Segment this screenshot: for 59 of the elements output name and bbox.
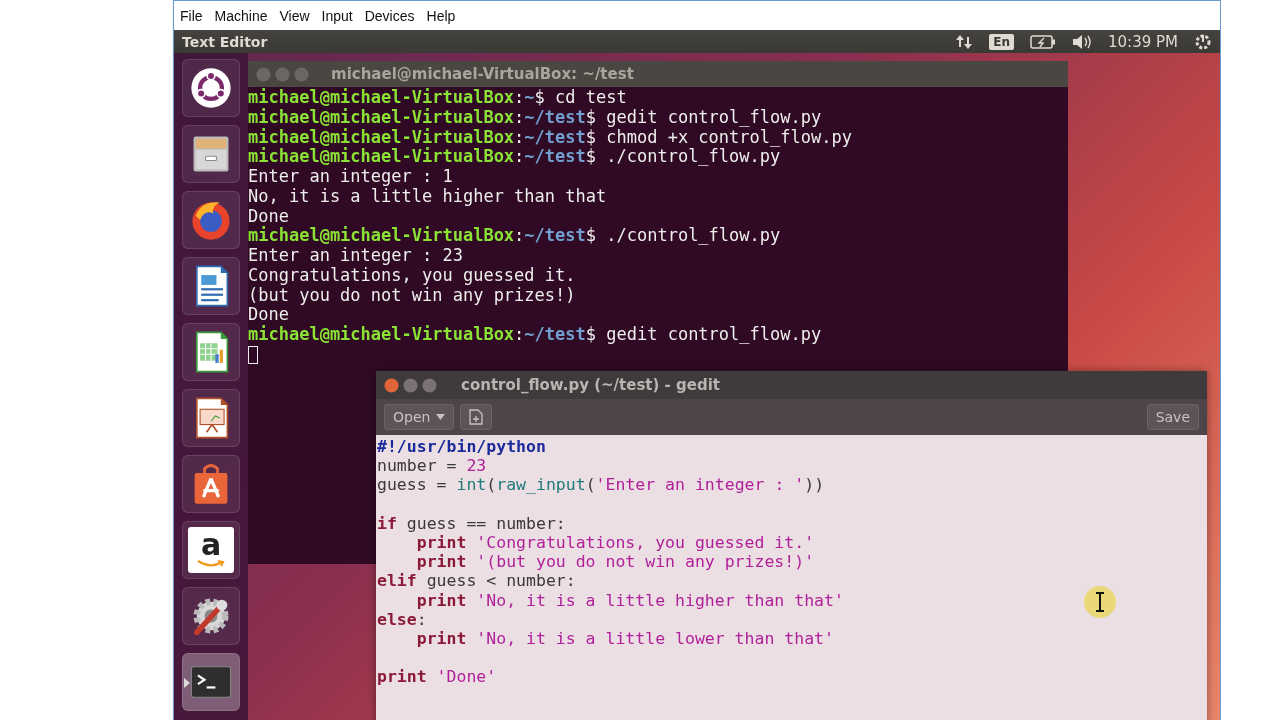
minimize-button[interactable] <box>403 377 418 393</box>
menu-item[interactable]: Help <box>425 5 457 26</box>
volume-icon[interactable] <box>1072 33 1092 50</box>
terminal-line: michael@michael-VirtualBox:~/test$ ./control_flow.py <box>248 147 781 167</box>
launcher-item[interactable] <box>182 323 240 381</box>
terminal-line: Enter an integer : 23 <box>248 246 463 266</box>
maximize-button[interactable] <box>422 377 437 393</box>
code-line: elif guess < number: <box>377 571 576 591</box>
new-document-icon <box>469 409 484 425</box>
menu-item[interactable]: Input <box>320 5 354 26</box>
menu-item[interactable]: View <box>278 5 311 26</box>
launcher-item[interactable] <box>182 59 240 117</box>
launcher-item[interactable] <box>182 653 240 711</box>
terminal-line: Done <box>248 206 289 226</box>
launcher-item[interactable] <box>182 455 240 513</box>
clock[interactable]: 10:39 PM <box>1108 32 1178 51</box>
terminal-line: No, it is a little higher than that <box>248 186 607 207</box>
code-line: #!/usr/bin/python <box>377 437 546 457</box>
open-button[interactable]: Open <box>384 404 455 430</box>
window-title: michael@michael-VirtualBox: ~/test <box>331 65 634 83</box>
terminal-line: Congratulations, you guessed it. <box>248 265 576 286</box>
new-document-button[interactable] <box>460 404 493 430</box>
terminal-line: michael@michael-VirtualBox:~/test$ ./control_flow.py <box>248 226 781 246</box>
terminal-line: michael@michael-VirtualBox:~/test$ chmod +x control_flow.py <box>248 127 852 147</box>
code-line: guess = int(raw_input('Enter an integer : ')) <box>377 475 825 495</box>
terminal-line: Enter an integer : 1 <box>248 167 453 187</box>
terminal-line: michael@michael-VirtualBox:~/test$ gedit control_flow.py <box>248 107 822 128</box>
terminal-line: (but you do not win any prizes!) <box>248 285 576 306</box>
settings-icon[interactable] <box>1194 32 1212 51</box>
battery-icon[interactable] <box>1030 34 1056 49</box>
code-line: print 'No, it is a little higher than that' <box>415 590 844 610</box>
keyboard-layout[interactable]: En <box>989 33 1014 50</box>
launcher-item[interactable] <box>182 125 240 183</box>
caret-icon <box>436 414 446 420</box>
app-title: Text Editor <box>182 33 269 50</box>
code-line: print 'No, it is a little lower than that' <box>415 629 834 649</box>
code-line: number = 23 <box>377 456 487 476</box>
menu-item[interactable]: File <box>179 5 204 26</box>
menu-item[interactable]: Devices <box>363 5 416 26</box>
code-line: else: <box>377 609 427 629</box>
window-title: control_flow.py (~/test) - gedit <box>461 376 720 394</box>
code-line: print 'Congratulations, you guessed it.' <box>415 533 815 553</box>
menu-item[interactable]: Machine <box>213 5 269 26</box>
terminal-line: michael@michael-VirtualBox:~/test$ gedit control_flow.py <box>248 325 822 345</box>
terminal-line: michael@michael-VirtualBox:~$ cd test <box>248 88 627 108</box>
save-button[interactable]: Save <box>1146 404 1199 430</box>
store-logo-icon: a <box>188 527 234 573</box>
launcher-item[interactable] <box>182 257 240 315</box>
launcher-item[interactable] <box>182 191 240 249</box>
code-editor[interactable] <box>376 435 1207 720</box>
launcher-item[interactable] <box>182 389 240 447</box>
close-button[interactable] <box>384 377 399 393</box>
terminal-line: Done <box>248 305 289 325</box>
code-line: if guess == number: <box>377 512 566 533</box>
code-line: print 'Done' <box>377 666 497 687</box>
launcher-item[interactable]: a <box>182 521 240 579</box>
text-cursor-icon <box>1083 585 1117 619</box>
code-line: print '(but you do not win any prizes!)' <box>416 552 815 572</box>
launcher-item[interactable] <box>182 587 240 645</box>
